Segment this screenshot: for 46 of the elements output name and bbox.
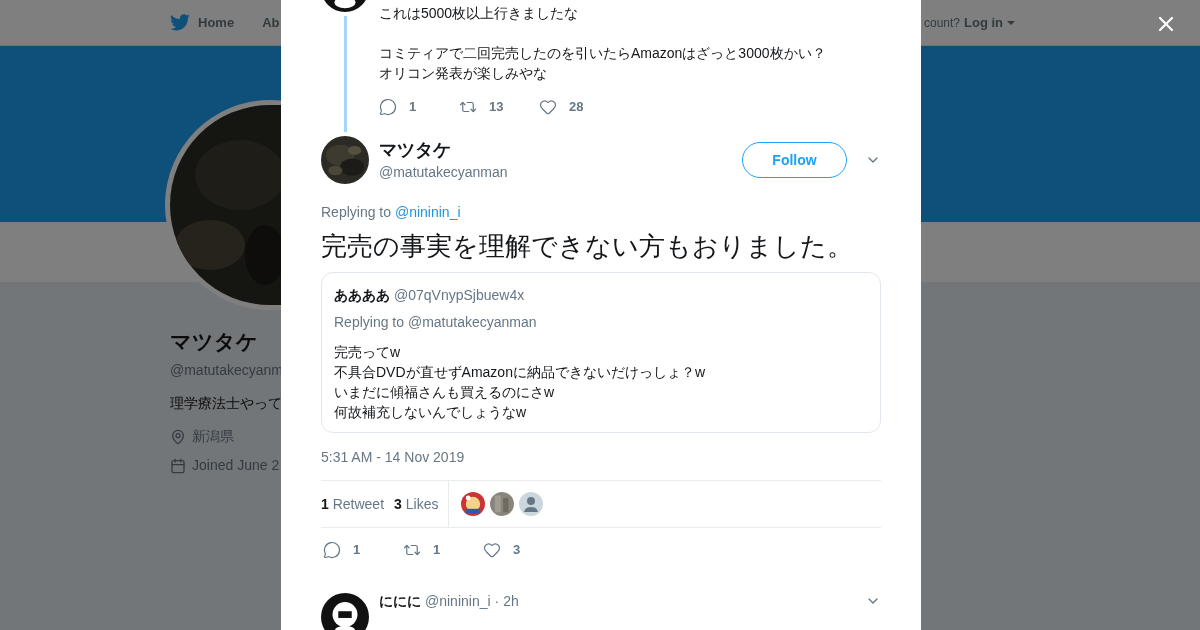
- quote-text-line: 不具合DVDが直せずAmazonに納品できないだけっしょ？w: [334, 363, 706, 382]
- action-button[interactable]: 3: [483, 540, 563, 560]
- stat-link[interactable]: 3 Likes: [394, 493, 439, 515]
- profile-name: マツタケ: [170, 329, 258, 355]
- quote-text-line: 完売ってw: [334, 343, 401, 362]
- location-icon: [170, 428, 186, 445]
- reply-author-name: ににに: [379, 591, 421, 611]
- caret-icon: [1007, 20, 1015, 25]
- reply-icon: [323, 540, 341, 559]
- stat-link[interactable]: 1 Retweet: [321, 493, 385, 515]
- tweet-text-line: オリコン発表が楽しみやな: [379, 64, 547, 83]
- tweet-text: 完売の事実を理解できない方もおりました。: [321, 230, 854, 263]
- action-button[interactable]: 1: [403, 540, 483, 560]
- calendar-icon: [170, 457, 186, 474]
- tweet-text-line: これは5000枚以上行きましたな: [379, 4, 579, 23]
- replying-to: Replying to @nininin_i: [321, 203, 462, 222]
- quote-author-handle: @07qVnypSjbuew4x: [394, 286, 525, 305]
- profile-location: 新潟県: [192, 427, 234, 446]
- quote-text-line: いまだに傾福さんも買えるのにさw: [334, 383, 555, 402]
- mention-link[interactable]: @nininin_i: [394, 204, 461, 220]
- bird-icon: [170, 14, 190, 31]
- profile-handle: @matutakecyanm: [170, 361, 284, 380]
- quote-replying-to: Replying to @matutakecyanman: [334, 313, 538, 332]
- reply-icon: [379, 97, 397, 116]
- tweet-timestamp: 5:31 AM - 14 Nov 2019: [321, 448, 466, 467]
- author-name: マツタケ: [379, 138, 452, 162]
- heart-icon: [483, 540, 501, 559]
- profile-bio: 理学療法士やって: [170, 394, 282, 413]
- quote-text-line: 何故補充しないんでしょうなw: [334, 403, 527, 422]
- login-link[interactable]: Log in: [964, 12, 1015, 33]
- reply-author-handle: @nininin_i: [425, 591, 491, 611]
- action-button[interactable]: 13: [459, 97, 539, 117]
- quote-author-name: ああああ: [334, 286, 390, 305]
- action-button[interactable]: 28: [539, 97, 619, 117]
- quoted-tweet[interactable]: ああああ @07qVnypSjbuew4x Replying to @matutakecyanman 完売ってw 不具合DVDが直せずAmazonに納品できないだけっしょ？w いまだに傾福さんも買えるのにさw 何故補充しないんでしょうなw: [321, 272, 881, 433]
- nav-link[interactable]: Home: [170, 12, 235, 33]
- tweet-text-line: コミティアで二回完売したのを引いたらAmazonはざっと3000枚かい？: [379, 44, 826, 63]
- heart-icon: [539, 97, 557, 116]
- account-prompt: count?: [923, 14, 960, 32]
- author-handle: @matutakecyanman: [379, 162, 508, 182]
- nav-link[interactable]: Ab: [262, 12, 280, 33]
- profile-joined: Joined June 2: [192, 456, 280, 475]
- action-button[interactable]: 1: [323, 540, 403, 560]
- action-button[interactable]: 1: [379, 97, 459, 117]
- default-avatar-icon: [519, 492, 544, 516]
- reply-time: · 2h: [494, 591, 519, 611]
